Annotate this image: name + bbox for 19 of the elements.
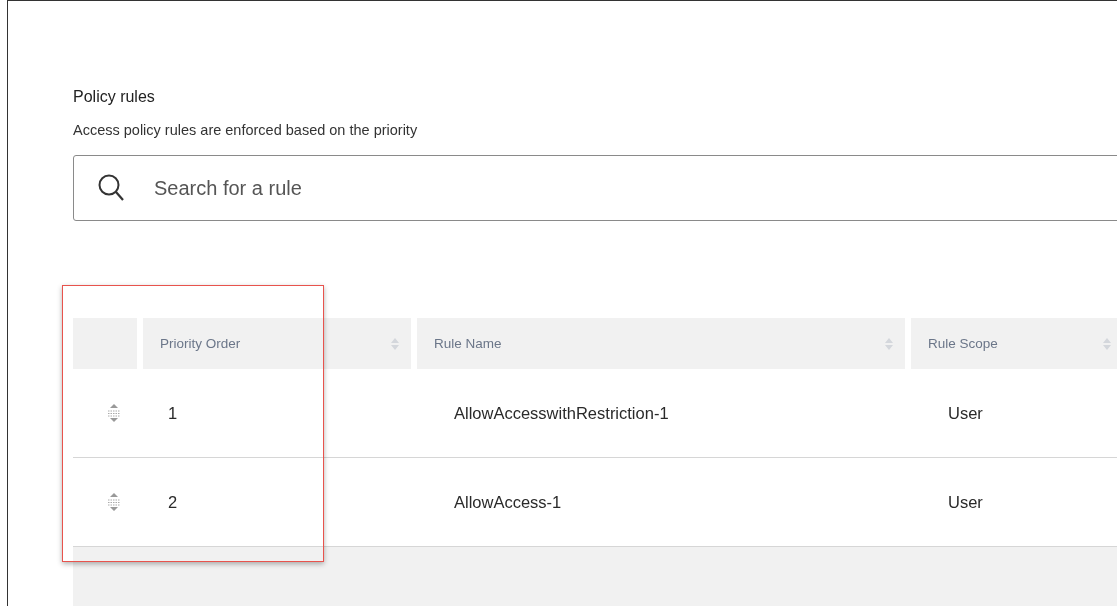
table-cell-text: 1 bbox=[167, 403, 178, 423]
drag-handle-icon[interactable] bbox=[107, 492, 121, 512]
drag-handle-icon[interactable] bbox=[107, 403, 121, 423]
table-cell-text: AllowAccess-1 bbox=[453, 492, 562, 512]
table-cell-text: 2 bbox=[167, 492, 178, 512]
column-header[interactable]: Rule Name bbox=[434, 336, 502, 351]
sort-icon[interactable] bbox=[885, 336, 893, 351]
table-cell-text: User bbox=[947, 492, 983, 512]
column-header[interactable]: Priority Order bbox=[160, 336, 241, 351]
sort-icon[interactable] bbox=[391, 336, 399, 351]
table-cell-text: AllowAccesswithRestriction-1 bbox=[453, 403, 669, 423]
search-field[interactable]: Search for a rule bbox=[73, 155, 1117, 221]
sort-icon[interactable] bbox=[1103, 336, 1111, 351]
column-header[interactable]: Rule Scope bbox=[928, 336, 998, 351]
search-input[interactable]: Search for a rule bbox=[152, 175, 1117, 201]
section-subtitle: Access policy rules are enforced based on the priority bbox=[73, 122, 419, 138]
search-icon bbox=[98, 174, 124, 202]
section-title: Policy rules bbox=[73, 88, 156, 107]
table-cell-text: User bbox=[947, 403, 983, 423]
